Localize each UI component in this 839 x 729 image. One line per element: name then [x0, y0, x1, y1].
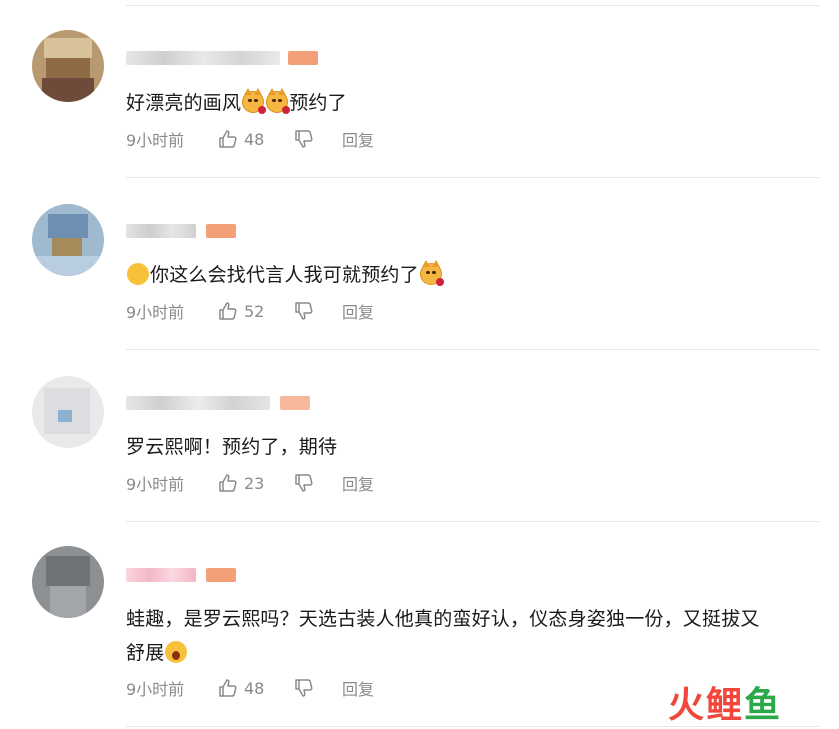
dislike-button[interactable]: [294, 678, 342, 698]
timestamp: 9小时前: [126, 131, 185, 150]
cat-rose-emoji: [242, 88, 267, 114]
username-blurred[interactable]: [126, 224, 196, 238]
like-button[interactable]: 48: [218, 129, 294, 149]
thumbs-up-icon: [219, 679, 237, 697]
reply-button[interactable]: 回复: [342, 127, 374, 151]
avatar[interactable]: [32, 204, 104, 276]
username-blurred[interactable]: [126, 396, 270, 410]
watermark-char: 鱼: [744, 685, 783, 726]
comment-text: 你这么会找代言人我可就预约了: [126, 258, 820, 292]
thumbs-down-icon: [295, 474, 313, 492]
comment-text: 罗云熙啊！预约了，期待: [126, 436, 338, 458]
dislike-button[interactable]: [294, 473, 342, 493]
username-blurred[interactable]: [126, 568, 196, 582]
dislike-button[interactable]: [294, 301, 342, 321]
timestamp: 9小时前: [126, 303, 185, 322]
reply-button[interactable]: 回复: [342, 471, 374, 495]
avatar[interactable]: [32, 546, 104, 618]
level-badge: [206, 224, 236, 238]
divider: [126, 521, 820, 522]
comment-meta: 9小时前 48 回复: [126, 676, 374, 700]
level-badge: [280, 396, 310, 410]
thumbs-down-icon: [295, 130, 313, 148]
like-button[interactable]: 52: [218, 301, 294, 321]
dislike-button[interactable]: [294, 129, 342, 149]
like-button[interactable]: 48: [218, 678, 294, 698]
watermark-char: 鲤: [706, 685, 745, 726]
divider: [126, 349, 820, 350]
comment-meta: 9小时前 23 回复: [126, 471, 374, 495]
like-button[interactable]: 23: [218, 473, 294, 493]
watermark-logo: 火 鲤 鱼: [668, 682, 782, 726]
divider: [126, 5, 820, 6]
avatar[interactable]: [32, 376, 104, 448]
like-count: 52: [244, 301, 265, 321]
avatar[interactable]: [32, 30, 104, 102]
reply-button[interactable]: 回复: [342, 676, 374, 700]
thumbs-up-icon: [219, 302, 237, 320]
timestamp: 9小时前: [126, 475, 185, 494]
reply-button[interactable]: 回复: [342, 299, 374, 323]
like-count: 48: [244, 678, 265, 698]
comment-meta: 9小时前 52 回复: [126, 299, 374, 323]
thumbs-up-icon: [219, 474, 237, 492]
smile-cat-emoji: [127, 263, 149, 285]
cat-rose-emoji: [419, 260, 444, 286]
thumbs-down-icon: [295, 302, 313, 320]
timestamp: 9小时前: [126, 680, 185, 699]
scream-emoji: [165, 641, 188, 663]
username-blurred[interactable]: [126, 51, 280, 65]
level-badge: [206, 568, 236, 582]
divider: [126, 177, 820, 178]
comment-text: 蛙趣，是罗云熙吗？天选古装人他真的蛮好认，仪态身姿独一份，又挺拔又 舒展: [126, 608, 760, 664]
thumbs-down-icon: [295, 679, 313, 697]
thumbs-up-icon: [219, 130, 237, 148]
level-badge: [288, 51, 318, 65]
cat-rose-emoji: [266, 88, 291, 114]
comment-meta: 9小时前 48 回复: [126, 127, 374, 151]
watermark-char: 火: [668, 685, 707, 726]
like-count: 48: [244, 129, 265, 149]
comment-text: 好漂亮的画风 预约了: [126, 88, 347, 114]
like-count: 23: [244, 473, 265, 493]
